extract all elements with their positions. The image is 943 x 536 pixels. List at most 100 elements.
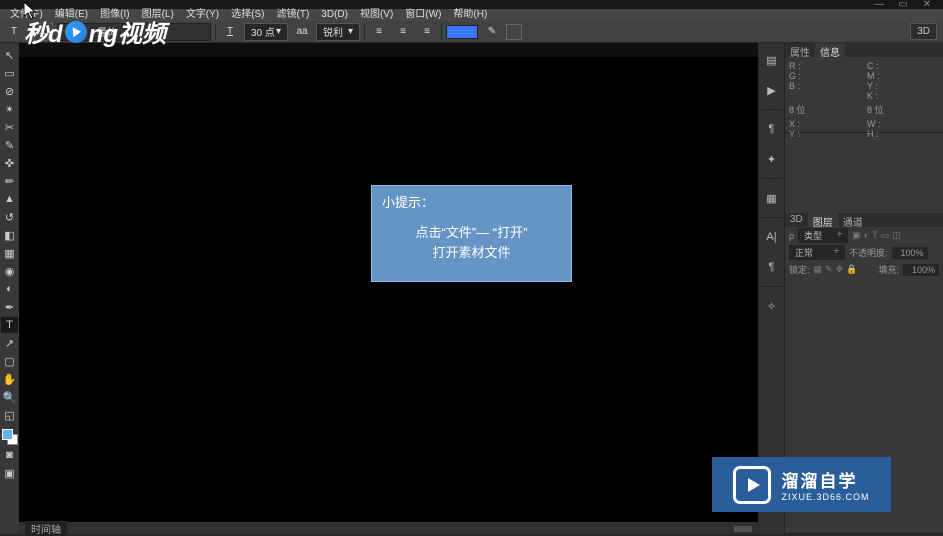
filter-image-icon[interactable]: ▣: [852, 230, 861, 241]
path-select-icon[interactable]: ↗: [1, 335, 18, 351]
info-bit2: 8 位: [867, 105, 939, 115]
filter-smart-icon[interactable]: ◫: [892, 230, 901, 241]
hint-line2: 打开素材文件: [382, 243, 561, 263]
history-brush-icon[interactable]: ↺: [1, 209, 18, 225]
brush-panel-icon[interactable]: ✦: [761, 148, 783, 170]
shape-tool-icon[interactable]: ▢: [1, 353, 18, 369]
layer-filter-icon[interactable]: ρ: [789, 231, 794, 241]
3d-mode-tab[interactable]: 3D: [910, 23, 937, 40]
close-icon[interactable]: ✕: [915, 1, 939, 9]
info-panel-spacer: [785, 133, 943, 213]
lasso-tool-icon[interactable]: ⊘: [1, 83, 18, 99]
pen-tool-icon[interactable]: ✒: [1, 299, 18, 315]
info-panel: R : G : B : C : M : Y : K : 8 位 8 位 X :: [785, 57, 943, 133]
watermark-part1: 秒d: [24, 14, 63, 49]
tab-info[interactable]: 信息: [815, 43, 845, 57]
info-b: B :: [789, 81, 861, 91]
actions-panel-icon[interactable]: ▶: [761, 79, 783, 101]
char-panel-icon[interactable]: A|: [761, 226, 783, 248]
layer-filter-type[interactable]: 类型÷: [798, 228, 848, 243]
font-style-dropdown[interactable]: [161, 23, 211, 41]
menu-help[interactable]: 帮助(H): [447, 9, 493, 21]
dodge-tool-icon[interactable]: ◐: [1, 281, 18, 297]
swatches-panel-icon[interactable]: ▦: [761, 187, 783, 209]
lock-pos-icon[interactable]: ✥: [836, 264, 844, 275]
aa-icon: aa: [292, 23, 312, 41]
marquee-tool-icon[interactable]: ▭: [1, 65, 18, 81]
blur-tool-icon[interactable]: ◉: [1, 263, 18, 279]
status-label[interactable]: 时间轴: [25, 521, 67, 536]
brand-title: 溜溜自学: [781, 467, 869, 492]
lock-all-icon[interactable]: 🔒: [846, 264, 857, 275]
hint-title: 小提示：: [382, 192, 561, 211]
fill-value[interactable]: 100%: [903, 264, 939, 276]
info-g: G :: [789, 71, 861, 81]
fill-label: 填充:: [878, 263, 899, 276]
watermark-logo: 秒d ng视频: [24, 14, 166, 49]
font-size-icon: T: [220, 23, 240, 41]
menu-view[interactable]: 视图(V): [354, 9, 399, 21]
watermark-part2: ng视频: [89, 14, 166, 49]
lock-paint-icon[interactable]: ✎: [825, 264, 833, 275]
menu-3d[interactable]: 3D(D): [315, 9, 354, 21]
adjustments-panel-icon[interactable]: ✧: [761, 295, 783, 317]
align-right-icon[interactable]: ≡: [417, 23, 437, 41]
stamp-tool-icon[interactable]: ▲: [1, 191, 18, 207]
hand-tool-icon[interactable]: ✋: [1, 371, 18, 387]
info-x: X :: [789, 119, 861, 129]
panels-icon[interactable]: [506, 24, 522, 40]
screen-mode-icon[interactable]: ▣: [1, 465, 18, 481]
healing-tool-icon[interactable]: ✜: [1, 155, 18, 171]
tab-properties[interactable]: 属性: [785, 43, 815, 57]
menu-text[interactable]: 文字(Y): [180, 9, 225, 21]
info-bit1: 8 位: [789, 105, 861, 115]
play-icon: [64, 20, 88, 44]
menu-select[interactable]: 选择(S): [225, 9, 270, 21]
minimize-icon[interactable]: —: [867, 1, 891, 9]
brush-tool-icon[interactable]: ✏: [1, 173, 18, 189]
color-swatch[interactable]: [2, 429, 18, 445]
zoom-tool-icon[interactable]: 🔍: [1, 389, 18, 405]
filter-shape-icon[interactable]: ▭: [881, 230, 890, 241]
tab-channels[interactable]: 通道: [838, 213, 868, 227]
aa-mode-select[interactable]: 锐利▾: [316, 23, 360, 41]
filter-adjust-icon[interactable]: ◐: [864, 230, 869, 241]
history-panel-icon[interactable]: ▤: [761, 49, 783, 71]
default-colors-icon[interactable]: ◱: [1, 407, 18, 423]
move-tool-icon[interactable]: ↖: [1, 47, 18, 63]
lock-label: 锁定:: [789, 263, 810, 276]
gradient-tool-icon[interactable]: ▦: [1, 245, 18, 261]
warp-text-icon[interactable]: ✎: [482, 23, 502, 41]
filter-text-icon[interactable]: T: [872, 230, 878, 241]
menu-window[interactable]: 窗口(W): [399, 9, 447, 21]
eraser-tool-icon[interactable]: ◧: [1, 227, 18, 243]
character-panel-icon[interactable]: ¶: [761, 118, 783, 140]
crop-tool-icon[interactable]: ✂: [1, 119, 18, 135]
text-tool-icon[interactable]: T: [1, 317, 18, 333]
menu-filter[interactable]: 滤镜(T): [271, 9, 316, 21]
tool-preset-icon[interactable]: T: [4, 23, 24, 41]
hint-tooltip: 小提示： 点击“文件”— “打开” 打开素材文件: [371, 185, 572, 282]
align-left-icon[interactable]: ≡: [369, 23, 389, 41]
eyedropper-tool-icon[interactable]: ✎: [1, 137, 18, 153]
hint-line1: 点击“文件”— “打开”: [382, 223, 561, 243]
paragraph-panel-icon[interactable]: ¶: [761, 256, 783, 278]
font-size-select[interactable]: 30 点▾: [244, 23, 288, 41]
text-color-swatch[interactable]: [446, 25, 478, 39]
tab-layers[interactable]: 图层: [808, 213, 838, 227]
tab-3d[interactable]: 3D: [785, 213, 808, 227]
status-bar: 时间轴: [19, 522, 758, 534]
wand-tool-icon[interactable]: ✴: [1, 101, 18, 117]
opacity-label: 不透明度:: [849, 246, 888, 259]
mask-mode-icon[interactable]: ◙: [1, 447, 18, 463]
info-k: K :: [867, 91, 939, 101]
canvas-area[interactable]: 时间轴: [19, 43, 759, 534]
opacity-value[interactable]: 100%: [892, 247, 928, 259]
blend-mode-dropdown[interactable]: 正常÷: [789, 245, 845, 260]
info-c: C :: [867, 61, 939, 71]
status-thumb[interactable]: [734, 526, 752, 532]
document-background: [19, 57, 758, 522]
restore-icon[interactable]: ▭: [891, 1, 915, 9]
lock-trans-icon[interactable]: ▦: [814, 264, 823, 275]
align-center-icon[interactable]: ≡: [393, 23, 413, 41]
